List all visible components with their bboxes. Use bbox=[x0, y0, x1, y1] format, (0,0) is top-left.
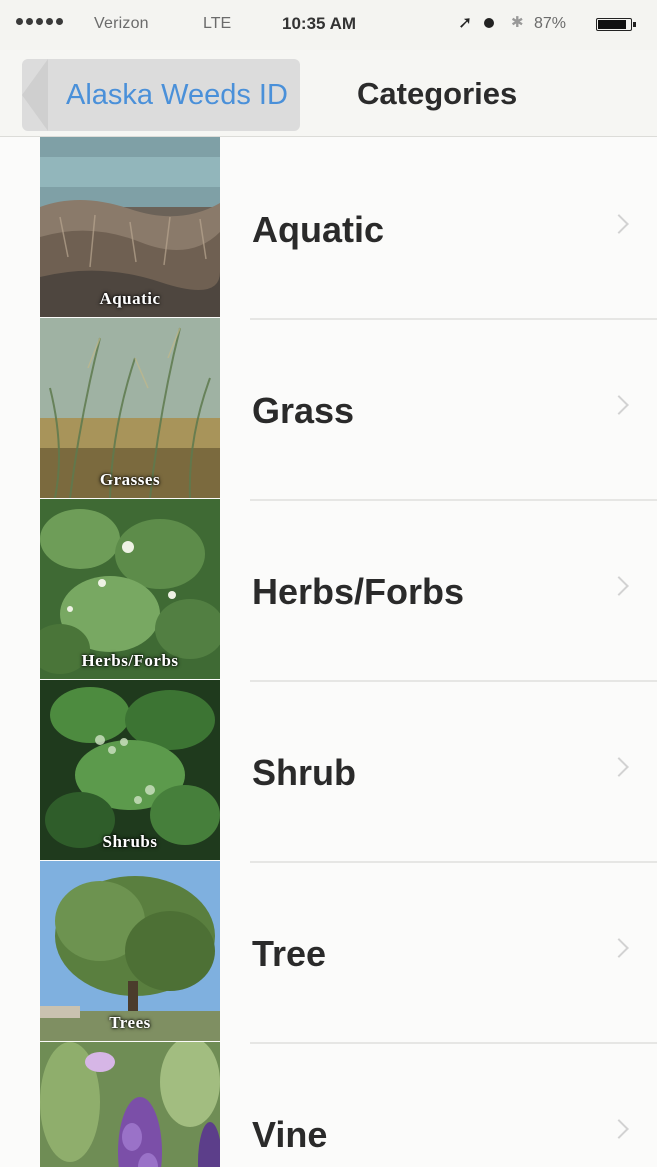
app-screen: Verizon LTE 10:35 AM ➚ ✱ 87% Alaska Weed… bbox=[0, 0, 657, 1167]
category-row-vine[interactable]: Vine bbox=[0, 1042, 657, 1167]
chevron-right-icon bbox=[609, 938, 629, 958]
tree-thumbnail-caption: Trees bbox=[109, 1013, 151, 1032]
chevron-right-icon bbox=[609, 1119, 629, 1139]
herbs-forbs-thumbnail: Herbs/Forbs bbox=[40, 499, 220, 679]
category-row-herbs-forbs[interactable]: Herbs/Forbs Herbs/Forbs bbox=[0, 499, 657, 679]
category-label: Shrub bbox=[252, 752, 356, 793]
category-row-shrub[interactable]: Shrubs Shrub bbox=[0, 680, 657, 860]
chevron-right-icon bbox=[609, 214, 629, 234]
category-list: Aquatic Aquatic Grasses Grass Herbs/Forb… bbox=[0, 137, 657, 1167]
category-row-aquatic[interactable]: Aquatic Aquatic bbox=[0, 137, 657, 317]
aquatic-thumbnail: Aquatic bbox=[40, 137, 220, 317]
row-divider bbox=[250, 680, 657, 682]
status-bar: Verizon LTE 10:35 AM ➚ ✱ 87% bbox=[0, 0, 657, 50]
category-label: Tree bbox=[252, 933, 327, 974]
page-title: Categories bbox=[357, 76, 518, 111]
row-divider bbox=[250, 1042, 657, 1044]
category-row-tree[interactable]: Trees Tree bbox=[0, 861, 657, 1041]
row-divider bbox=[250, 861, 657, 863]
navigation-bar: Alaska Weeds ID Categories bbox=[0, 50, 657, 137]
row-divider bbox=[250, 499, 657, 501]
tree-thumbnail: Trees bbox=[40, 861, 220, 1041]
location-arrow-icon: ➚ bbox=[458, 13, 473, 32]
category-label: Vine bbox=[252, 1114, 328, 1155]
row-divider bbox=[250, 318, 657, 320]
category-label: Aquatic bbox=[252, 209, 385, 250]
signal-dots-icon bbox=[16, 18, 63, 25]
chevron-right-icon bbox=[609, 576, 629, 596]
back-button[interactable]: Alaska Weeds ID bbox=[22, 59, 300, 131]
chevron-right-icon bbox=[609, 757, 629, 777]
shrub-thumbnail-caption: Shrubs bbox=[102, 832, 158, 851]
category-label: Herbs/Forbs bbox=[252, 571, 465, 612]
vine-thumbnail bbox=[40, 1042, 220, 1167]
aquatic-thumbnail-caption: Aquatic bbox=[99, 289, 161, 308]
battery-percent: 87% bbox=[534, 15, 567, 32]
herbs-forbs-thumbnail-caption: Herbs/Forbs bbox=[81, 651, 179, 670]
battery-icon bbox=[596, 18, 636, 31]
grass-thumbnail-caption: Grasses bbox=[99, 470, 161, 489]
bluetooth-icon: ✱ bbox=[511, 14, 524, 31]
grass-thumbnail: Grasses bbox=[40, 318, 220, 498]
category-row-grass[interactable]: Grasses Grass bbox=[0, 318, 657, 498]
chevron-right-icon bbox=[609, 395, 629, 415]
back-button-label: Alaska Weeds ID bbox=[66, 78, 288, 111]
network-type-label: LTE bbox=[203, 15, 232, 32]
shrub-thumbnail: Shrubs bbox=[40, 680, 220, 860]
category-label: Grass bbox=[252, 390, 355, 431]
status-time: 10:35 AM bbox=[282, 14, 357, 33]
alarm-icon bbox=[484, 18, 494, 28]
carrier-label: Verizon bbox=[94, 15, 149, 32]
